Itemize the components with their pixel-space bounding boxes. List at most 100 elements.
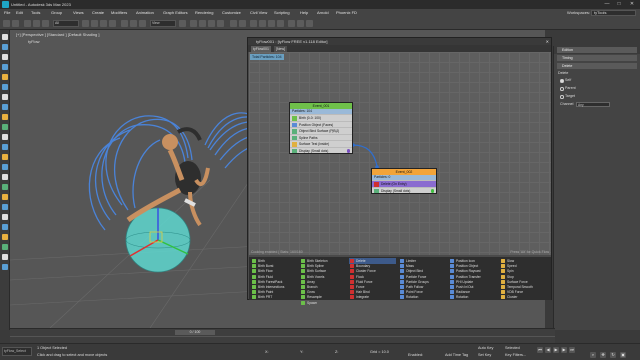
angle-snap-icon[interactable] [199,20,206,27]
schematic-view-icon[interactable] [268,20,275,27]
display-color-swatch[interactable] [346,149,350,153]
editor-close-icon[interactable]: ✕ [546,38,549,45]
operator-list-item[interactable]: Integrate [349,294,396,300]
minimize-button[interactable]: — [601,1,613,8]
menu-modifiers[interactable]: Modifiers [111,10,127,15]
window-crossing-icon[interactable] [109,20,116,27]
menu-scripting[interactable]: Scripting [274,10,290,15]
undo-icon[interactable] [3,20,10,27]
menu-edit[interactable]: Edit [16,10,23,15]
scripts-icon[interactable] [2,224,8,230]
render-icon[interactable] [306,20,313,27]
next-frame-icon[interactable]: ▶ [561,347,567,353]
assets-icon[interactable] [2,244,8,250]
maxscript-listener[interactable]: tyFlow_Select [2,347,32,356]
select-rotate-icon[interactable] [130,20,137,27]
select-object-icon[interactable] [82,20,89,27]
systems-icon[interactable] [2,154,8,160]
timeline[interactable]: 0 / 100 [10,328,555,343]
geometry-icon[interactable] [2,174,8,180]
render-frame-icon[interactable] [297,20,304,27]
utilities-icon[interactable] [2,84,8,90]
menu-create[interactable]: Create [92,10,104,15]
display-icon[interactable] [2,74,8,80]
reference-coordinate-dropdown[interactable]: View [150,20,176,27]
redo-icon[interactable] [12,20,19,27]
event-001-node[interactable]: Event_001 Particles: 104 Birth (0-0: 100… [289,102,353,154]
channel-dropdown[interactable]: Any [576,102,610,107]
go-to-start-icon[interactable]: ⏮ [537,347,543,353]
rollout-edition[interactable]: Edition [557,47,637,53]
zoom-icon[interactable]: ⌕ [590,352,596,358]
shapes-icon[interactable] [2,164,8,170]
operator-list-item[interactable]: Spawn [300,300,347,306]
select-by-name-icon[interactable] [91,20,98,27]
layer-explorer-icon[interactable] [250,20,257,27]
hierarchy-icon[interactable] [2,54,8,60]
link-icon[interactable] [24,20,31,27]
menu-file[interactable]: File [4,10,10,15]
rollout-timing[interactable]: Timing [557,55,637,61]
menu-group[interactable]: Group [51,10,62,15]
menu-civil-view[interactable]: Civil View [250,10,267,15]
auto-key-button[interactable]: Auto Key [478,346,493,350]
settings-icon[interactable] [2,264,8,270]
bind-space-warp-icon[interactable] [42,20,49,27]
maximize-viewport-icon[interactable]: ▣ [620,352,626,358]
rect-selection-icon[interactable] [100,20,107,27]
workspace-dropdown[interactable]: tyTools [591,10,636,16]
menu-rendering[interactable]: Rendering [195,10,213,15]
percent-snap-icon[interactable] [208,20,215,27]
motion-icon[interactable] [2,64,8,70]
menu-customize[interactable]: Customize [222,10,241,15]
go-to-end-icon[interactable]: ⏭ [569,347,575,353]
menu-phoenix-fd[interactable]: Phoenix FD [336,10,357,15]
create-icon[interactable] [2,34,8,40]
rollout-delete[interactable]: Delete [557,63,637,69]
display-color-swatch[interactable] [430,189,434,193]
viewport-label[interactable]: [+] [Perspective ] [Standard ] [Default … [16,32,100,37]
menu-animation[interactable]: Animation [136,10,154,15]
tyflow-editor-window[interactable]: tyFlow001 : [tyFlow FREE v1.118 Editor] … [247,37,552,305]
orbit-icon[interactable]: ↻ [610,352,616,358]
operator-display-2[interactable]: Display (Small dots) [372,186,436,193]
menu-tools[interactable]: Tools [31,10,40,15]
select-scale-icon[interactable] [139,20,146,27]
radio-target[interactable] [560,95,564,99]
particle-icon[interactable] [2,104,8,110]
material-editor-icon[interactable] [277,20,284,27]
render-setup-icon[interactable] [288,20,295,27]
phoenix-icon[interactable] [2,194,8,200]
tools-icon[interactable] [2,214,8,220]
add-time-tag-button[interactable]: Add Time Tag [445,353,468,357]
operator-list-item[interactable]: Birth PRT [251,294,298,300]
key-mode-dropdown[interactable]: Selected [505,346,520,350]
menu-help[interactable]: Help [300,10,308,15]
arnold-icon[interactable] [2,204,8,210]
operator-list-item[interactable]: Rotation [399,294,446,300]
curve-editor-icon[interactable] [259,20,266,27]
radio-parent[interactable] [560,87,564,91]
scene-explorer-icon[interactable] [2,94,8,100]
snaps-toggle-icon[interactable] [190,20,197,27]
menu-arnold[interactable]: Arnold [317,10,329,15]
space-warp-icon[interactable] [2,144,8,150]
play-icon[interactable]: ▶ [553,347,559,353]
flow-graph-canvas[interactable]: Total Particles: 104 Event_001 Particles… [249,52,551,255]
tyflow-icon[interactable] [2,184,8,190]
operator-list-item[interactable]: Rotation [449,294,496,300]
camera-icon[interactable] [2,134,8,140]
menu-views[interactable]: Views [73,10,84,15]
previous-frame-icon[interactable]: ◀ [545,347,551,353]
operator-list-item[interactable]: Cluster [500,294,547,300]
pivot-icon[interactable] [179,20,186,27]
layers-icon[interactable] [2,254,8,260]
modify-icon[interactable] [2,44,8,50]
select-move-icon[interactable] [121,20,128,27]
pan-icon[interactable]: ✥ [600,352,606,358]
menu-graph-editors[interactable]: Graph Editors [163,10,188,15]
light-icon[interactable] [2,114,8,120]
mirror-icon[interactable] [230,20,237,27]
close-button[interactable]: ✕ [626,1,638,8]
align-icon[interactable] [239,20,246,27]
